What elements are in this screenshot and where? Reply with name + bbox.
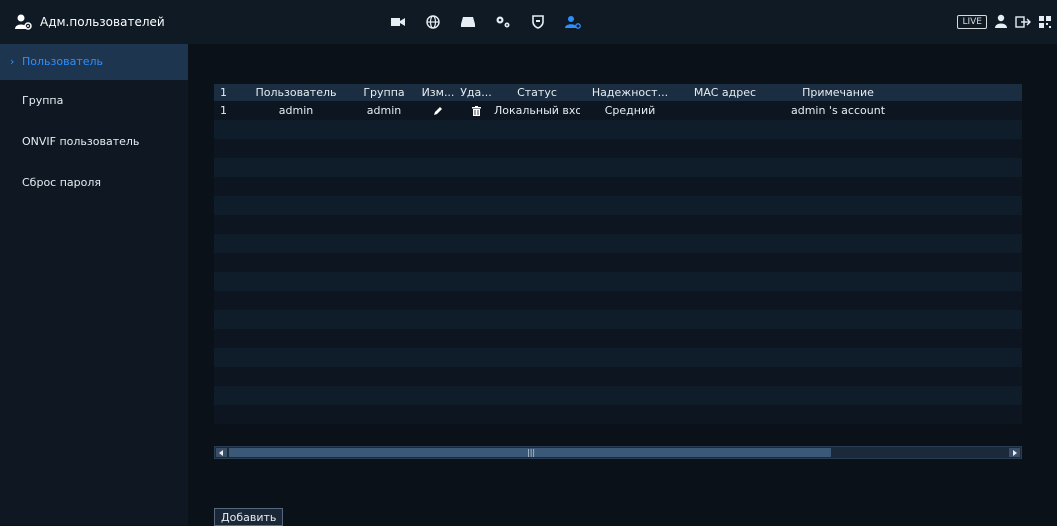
empty-table-row bbox=[214, 196, 1022, 215]
pencil-icon[interactable] bbox=[433, 104, 443, 117]
main-nav bbox=[380, 0, 590, 44]
trash-icon[interactable] bbox=[471, 104, 481, 117]
sidebar-item-onvif-user[interactable]: ONVIF пользователь bbox=[0, 121, 188, 162]
table-header: 1 Пользователь Группа Изм... Уда... Стат… bbox=[214, 84, 1022, 101]
empty-table-row bbox=[214, 158, 1022, 177]
add-button[interactable]: Добавить bbox=[214, 508, 284, 526]
row-delete bbox=[458, 104, 494, 117]
row-strength: Средний bbox=[604, 104, 656, 117]
row-edit bbox=[418, 104, 458, 117]
sidebar-item-label: ONVIF пользователь bbox=[22, 135, 140, 148]
empty-table-row bbox=[214, 215, 1022, 234]
empty-table-row bbox=[214, 291, 1022, 310]
top-bar: Адм.пользователей LIVE bbox=[0, 0, 1057, 44]
sidebar-item-password-reset[interactable]: Сброс пароля bbox=[0, 162, 188, 203]
user-settings-icon[interactable] bbox=[555, 0, 590, 44]
column-header-status[interactable]: Статус bbox=[494, 86, 580, 99]
empty-table-row bbox=[214, 405, 1022, 424]
row-note: admin 's account bbox=[790, 104, 886, 117]
sidebar-item-user[interactable]: › Пользователь bbox=[0, 44, 188, 80]
scroll-thumb[interactable]: ||| bbox=[229, 448, 831, 457]
logout-icon[interactable] bbox=[1015, 13, 1031, 32]
empty-rows bbox=[214, 120, 1022, 424]
row-user: admin bbox=[278, 104, 314, 117]
column-header-note[interactable]: Примечание bbox=[770, 86, 906, 99]
user-gear-icon bbox=[14, 13, 32, 31]
column-header-delete[interactable]: Уда... bbox=[458, 86, 494, 99]
main-content: 1 Пользователь Группа Изм... Уда... Стат… bbox=[188, 44, 1057, 526]
column-header-group[interactable]: Группа bbox=[350, 86, 418, 99]
grip-icon: ||| bbox=[527, 448, 536, 457]
empty-table-row bbox=[214, 310, 1022, 329]
column-header-mac[interactable]: MAC адрес bbox=[680, 86, 770, 99]
empty-table-row bbox=[214, 367, 1022, 386]
top-right-controls: LIVE bbox=[957, 0, 1051, 44]
users-table: 1 Пользователь Группа Изм... Уда... Стат… bbox=[214, 84, 1022, 424]
table-row[interactable]: 1 admin admin Локальный вход Средний adm… bbox=[214, 101, 1022, 120]
user-icon[interactable] bbox=[995, 13, 1007, 32]
column-header-user[interactable]: Пользователь bbox=[242, 86, 350, 99]
horizontal-scrollbar[interactable]: ||| bbox=[214, 446, 1022, 459]
sidebar-item-label: Пользователь bbox=[22, 55, 104, 68]
sidebar-item-label: Сброс пароля bbox=[22, 176, 102, 189]
page-title: Адм.пользователей bbox=[40, 15, 165, 29]
empty-table-row bbox=[214, 386, 1022, 405]
globe-icon[interactable] bbox=[415, 0, 450, 44]
camera-icon[interactable] bbox=[380, 0, 415, 44]
sidebar-item-group[interactable]: Группа bbox=[0, 80, 188, 121]
scroll-right-button[interactable] bbox=[1009, 448, 1020, 457]
empty-table-row bbox=[214, 139, 1022, 158]
sidebar: › Пользователь Группа ONVIF пользователь… bbox=[0, 44, 188, 525]
column-header-index[interactable]: 1 bbox=[214, 86, 242, 99]
empty-table-row bbox=[214, 272, 1022, 291]
empty-table-row bbox=[214, 177, 1022, 196]
empty-table-row bbox=[214, 329, 1022, 348]
shield-icon[interactable] bbox=[520, 0, 555, 44]
empty-table-row bbox=[214, 120, 1022, 139]
row-group: admin bbox=[366, 104, 402, 117]
row-index: 1 bbox=[220, 104, 227, 117]
empty-table-row bbox=[214, 234, 1022, 253]
column-header-edit[interactable]: Изм... bbox=[418, 86, 458, 99]
sidebar-item-label: Группа bbox=[22, 94, 64, 107]
page-title-area: Адм.пользователей bbox=[14, 0, 165, 44]
row-status: Локальный вход bbox=[494, 104, 580, 117]
storage-icon[interactable] bbox=[450, 0, 485, 44]
live-button[interactable]: LIVE bbox=[957, 15, 987, 29]
empty-table-row bbox=[214, 348, 1022, 367]
scroll-left-button[interactable] bbox=[216, 448, 227, 457]
gears-icon[interactable] bbox=[485, 0, 520, 44]
column-header-strength[interactable]: Надежност... bbox=[580, 86, 680, 99]
empty-table-row bbox=[214, 253, 1022, 272]
chevron-right-icon: › bbox=[10, 55, 15, 68]
qr-code-icon[interactable] bbox=[1039, 13, 1051, 32]
